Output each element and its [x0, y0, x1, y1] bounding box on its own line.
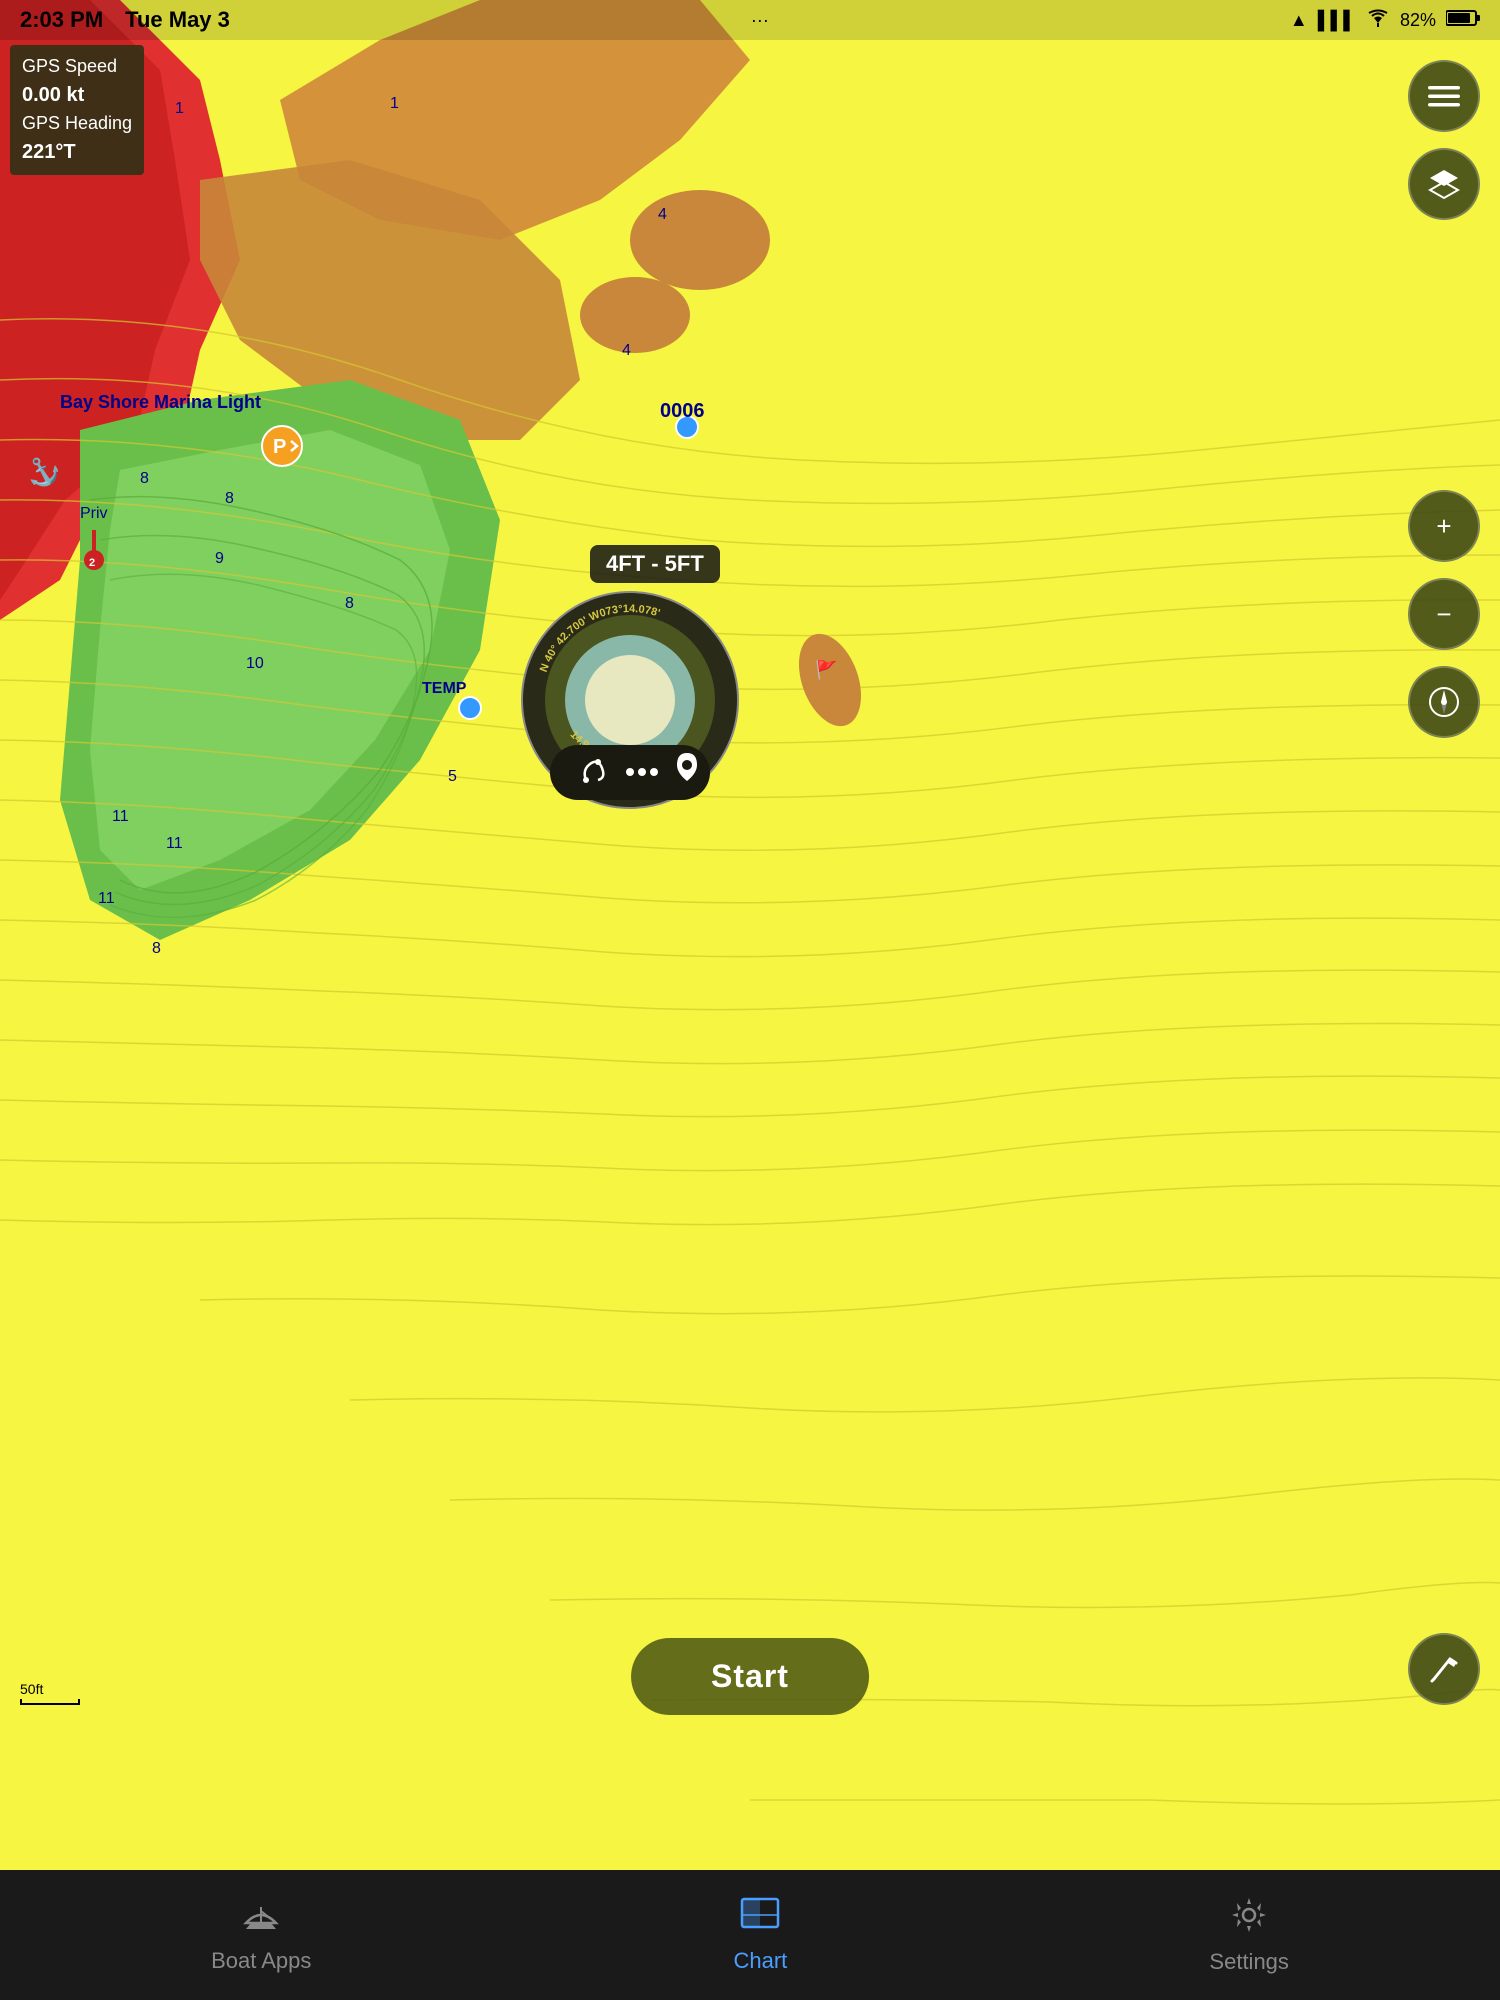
boat-apps-label: Boat Apps [211, 1948, 311, 1974]
menu-button[interactable] [1408, 60, 1480, 132]
status-date: Tue May 3 [125, 7, 230, 33]
red-buoy-2: 2 [80, 530, 108, 576]
gps-speed-value: 0.00 kt [22, 80, 132, 110]
temp-label: TEMP [422, 680, 466, 698]
depth-8b: 8 [225, 490, 234, 508]
depth-tooltip: 4FT - 5FT [590, 545, 720, 583]
map-view[interactable]: GPS Speed 0.00 kt GPS Heading 221°T Bay … [0, 0, 1500, 1870]
depth-1b: 1 [390, 95, 399, 113]
scale-bar: 50ft [20, 1681, 80, 1705]
svg-text:2: 2 [89, 557, 95, 569]
start-button[interactable]: Start [631, 1638, 869, 1715]
scale-label: 50ft [20, 1681, 43, 1697]
layers-button[interactable] [1408, 148, 1480, 220]
temp-waypoint-dot[interactable] [458, 696, 482, 720]
boat-apps-icon [241, 1897, 281, 1942]
svg-text:P: P [273, 436, 286, 458]
status-bar: 2:03 PM Tue May 3 ··· ▲ ▌▌▌ 82% [0, 0, 1500, 40]
waypoint-0006-label: 0006 [660, 400, 705, 423]
status-right: ▲ ▌▌▌ 82% [1290, 9, 1480, 32]
nav-boat-apps[interactable]: Boat Apps [211, 1897, 311, 1974]
depth-11c: 11 [98, 890, 115, 908]
waypoint-pin-icon[interactable]: P [261, 425, 301, 465]
depth-11a: 11 [112, 808, 129, 826]
depth-11b: 11 [166, 835, 183, 853]
battery-percent: 82% [1400, 10, 1436, 31]
depth-8c: 8 [345, 595, 354, 613]
radial-dial[interactable]: N 40° 42.700' W073°14.078' 14.9 nm 221° [520, 590, 740, 810]
status-dots: ··· [751, 10, 769, 31]
depth-8a: 8 [140, 470, 149, 488]
depth-9: 9 [215, 550, 224, 568]
settings-icon [1230, 1896, 1268, 1943]
depth-1a: 1 [175, 100, 184, 118]
blue-flag-marker: 🚩 [815, 660, 837, 681]
gps-speed-label: GPS Speed [22, 53, 132, 80]
nav-settings[interactable]: Settings [1209, 1896, 1289, 1975]
zoom-out-button[interactable]: − [1408, 578, 1480, 650]
scale-line [20, 1699, 80, 1705]
status-time: 2:03 PM [20, 7, 103, 33]
priv-label: Priv [80, 505, 108, 523]
pencil-button[interactable] [1408, 1633, 1480, 1705]
zoom-in-button[interactable]: + [1408, 490, 1480, 562]
battery-icon [1446, 9, 1480, 32]
wifi-icon [1366, 9, 1390, 32]
signal-bars: ▌▌▌ [1318, 10, 1356, 31]
location-icon: ▲ [1290, 10, 1308, 31]
depth-10: 10 [246, 655, 264, 673]
status-center: ··· [751, 10, 769, 31]
depth-5: 5 [448, 768, 457, 786]
bayshore-label: Bay Shore Marina Light [60, 392, 261, 413]
gps-heading-label: GPS Heading [22, 110, 132, 137]
compass-button[interactable] [1408, 666, 1480, 738]
nav-chart[interactable]: Chart [734, 1897, 788, 1974]
bottom-nav: Boat Apps Chart Settings [0, 1870, 1500, 2000]
settings-label: Settings [1209, 1949, 1289, 1975]
depth-8d: 8 [152, 940, 161, 958]
chart-label: Chart [734, 1948, 788, 1974]
gps-info-box: GPS Speed 0.00 kt GPS Heading 221°T [10, 45, 144, 175]
depth-4b: 4 [622, 342, 631, 360]
chart-icon [740, 1897, 780, 1942]
gps-heading-value: 221°T [22, 137, 132, 167]
depth-4a: 4 [658, 206, 667, 224]
